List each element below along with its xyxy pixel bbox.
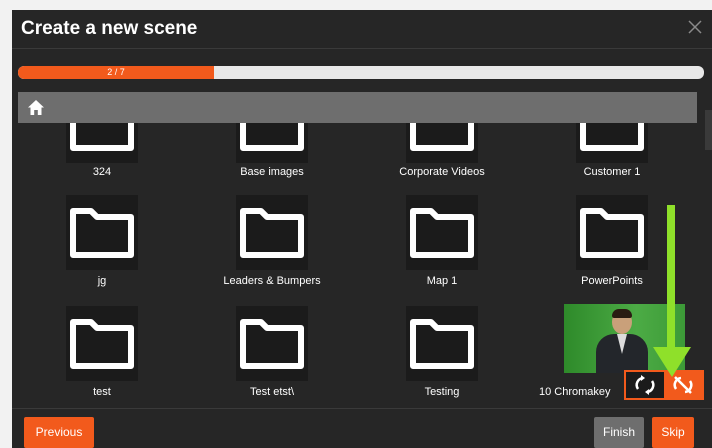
folder-icon [70,123,134,151]
home-icon[interactable] [27,99,45,116]
folder-icon [70,319,134,369]
folder-icon [240,208,304,258]
folder-thumbnail [66,195,138,270]
folder-thumbnail [236,123,308,163]
folder-label: jg [97,275,107,287]
folder-icon [240,319,304,369]
close-icon[interactable] [685,17,705,37]
folder-tile[interactable]: Customer 1 [528,123,696,200]
folder-thumbnail [236,306,308,381]
folder-icon [410,208,474,258]
previous-button[interactable]: Previous [24,417,94,448]
folder-label: Base images [240,166,304,178]
person-hair [612,309,632,318]
folder-label: Test etst\ [249,386,295,398]
create-scene-dialog: Create a new scene 2 / 7 324 Base images [12,10,712,448]
breadcrumb [18,92,697,123]
folder-icon [580,208,644,258]
folder-tile[interactable]: jg [18,195,186,307]
folder-grid: 324 Base images Corporate Videos Custome… [18,123,704,408]
folder-icon [70,208,134,258]
folder-label: test [93,386,111,398]
folder-thumbnail [66,123,138,163]
folder-icon [240,123,304,151]
folder-tile[interactable]: Corporate Videos [358,123,526,200]
folder-icon [410,319,474,369]
folder-label: Customer 1 [583,166,641,178]
dialog-title: Create a new scene [21,18,198,39]
folder-tile[interactable]: test [18,306,186,408]
folder-label: 324 [92,166,112,178]
folder-thumbnail [406,123,478,163]
folder-thumbnail [576,195,648,270]
folder-tile[interactable]: Test etst\ [188,306,356,408]
folder-tile[interactable]: 324 [18,123,186,200]
dialog-titlebar: Create a new scene [12,10,712,49]
folder-tile[interactable]: Testing [358,306,526,408]
scrollbar[interactable] [705,110,712,150]
dialog-footer: Previous Finish Skip [12,408,712,448]
progress-bar: 2 / 7 [18,66,704,79]
folder-thumbnail [66,306,138,381]
folder-thumbnail [576,123,648,163]
folder-thumbnail [236,195,308,270]
folder-tile[interactable]: Base images [188,123,356,200]
progress-text: 2 / 7 [107,67,125,77]
skip-button[interactable]: Skip [652,417,694,448]
folder-icon [580,123,644,151]
finish-button[interactable]: Finish [594,417,644,448]
annotation-arrow [653,205,691,377]
folder-icon [410,123,474,151]
folder-label: Leaders & Bumpers [223,275,321,287]
folder-thumbnail [406,195,478,270]
folder-label: Testing [424,386,460,398]
folder-label: Corporate Videos [399,166,485,178]
folder-tile[interactable]: Map 1 [358,195,526,307]
folder-tile[interactable]: Leaders & Bumpers [188,195,356,307]
folder-thumbnail [406,306,478,381]
folder-label: Map 1 [426,275,458,287]
